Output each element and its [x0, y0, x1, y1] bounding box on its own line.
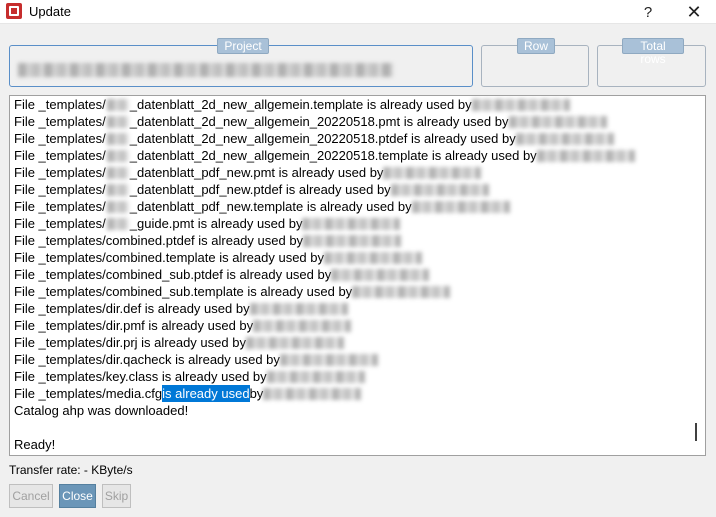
log-lines: File _templates/ _datenblatt_2d_new_allge… — [14, 96, 635, 453]
redacted-user — [390, 183, 489, 196]
log-line-text: File _templates/combined_sub.template is… — [14, 284, 353, 299]
redacted-path — [106, 115, 129, 128]
redacted-user — [253, 319, 352, 332]
log-line-text: File _templates/ — [14, 148, 106, 163]
redacted-user — [411, 200, 510, 213]
project-label: Project — [217, 38, 269, 54]
log-line-text: by — [249, 386, 264, 401]
log-line-text: _datenblatt_2d_new_allgemein_20220518.te… — [129, 148, 537, 163]
log-line-text: File _templates/combined.ptdef is alread… — [14, 233, 304, 248]
log-line: File _templates/combined.ptdef is alread… — [14, 232, 635, 249]
row-label: Row — [517, 38, 555, 54]
redacted-path — [106, 166, 129, 179]
log-line-text: File _templates/ — [14, 216, 106, 231]
redacted-user — [471, 98, 570, 111]
close-icon[interactable]: ✕ — [674, 0, 714, 24]
ready-message: Ready! — [14, 437, 56, 452]
log-line-text: File _templates/dir.pmf is already used … — [14, 318, 254, 333]
log-line: File _templates/media.cfg is already use… — [14, 385, 635, 402]
redacted-user — [266, 370, 365, 383]
log-line-text: File _templates/key.class is already use… — [14, 369, 267, 384]
redacted-user — [536, 149, 635, 162]
log-line: File _templates/ _datenblatt_pdf_new.temp… — [14, 198, 635, 215]
redacted-user — [303, 234, 402, 247]
log-line: File _templates/dir.pmf is already used … — [14, 317, 635, 334]
redacted-user — [245, 336, 344, 349]
redacted-user — [331, 268, 430, 281]
redacted-user — [352, 285, 451, 298]
log-line-text: File _templates/dir.def is already used … — [14, 301, 250, 316]
log-line-text: File _templates/dir.prj is already used … — [14, 335, 246, 350]
log-line: File _templates/key.class is already use… — [14, 368, 635, 385]
redacted-user — [515, 132, 614, 145]
catalog-message: Catalog ahp was downloaded! — [14, 403, 189, 418]
log-line: File _templates/ _datenblatt_pdf_new.ptde… — [14, 181, 635, 198]
redacted-user — [508, 115, 607, 128]
log-line-text: File _templates/ — [14, 97, 106, 112]
log-line: File _templates/combined_sub.template is… — [14, 283, 635, 300]
log-line-text: _datenblatt_2d_new_allgemein.template is… — [129, 97, 472, 112]
redacted-path — [106, 98, 129, 111]
log-scrollbar[interactable] — [689, 97, 704, 454]
log-line-text: File _templates/ — [14, 182, 106, 197]
log-output[interactable]: File _templates/ _datenblatt_2d_new_allge… — [9, 95, 706, 456]
project-value-redacted — [18, 63, 393, 77]
skip-button[interactable]: Skip — [102, 484, 131, 508]
redacted-user — [263, 387, 362, 400]
log-line-text: File _templates/dir.qacheck is already u… — [14, 352, 280, 367]
log-line: File _templates/dir.prj is already used … — [14, 334, 635, 351]
redacted-user — [324, 251, 422, 264]
log-line-text: _datenblatt_pdf_new.pmt is already used … — [129, 165, 384, 180]
log-line-text: File _templates/media.cfg — [14, 386, 163, 401]
total-rows-label: Total rows — [622, 38, 684, 66]
log-line: File _templates/ _guide.pmt is already us… — [14, 215, 635, 232]
cancel-button[interactable]: Cancel — [9, 484, 53, 508]
help-button[interactable]: ? — [628, 0, 668, 24]
log-line-text: File _templates/ — [14, 165, 106, 180]
log-line-text: File _templates/ — [14, 199, 106, 214]
log-line: File _templates/combined_sub.ptdef is al… — [14, 266, 635, 283]
redacted-user — [383, 166, 482, 179]
window-title: Update — [29, 4, 71, 19]
redacted-user — [249, 302, 348, 315]
close-button[interactable]: Close — [59, 484, 96, 508]
redacted-user — [302, 217, 401, 230]
log-line: File _templates/combined.template is alr… — [14, 249, 635, 266]
selected-text: is already used — [162, 385, 250, 402]
redacted-path — [106, 132, 129, 145]
log-line: File _templates/ _datenblatt_2d_new_allge… — [14, 96, 635, 113]
redacted-path — [106, 183, 129, 196]
log-line: File _templates/ _datenblatt_2d_new_allge… — [14, 130, 635, 147]
log-line: File _templates/dir.qacheck is already u… — [14, 351, 635, 368]
redacted-path — [106, 200, 129, 213]
log-line-text: _guide.pmt is already used by — [129, 216, 303, 231]
log-line-text: File _templates/combined.template is alr… — [14, 250, 324, 265]
log-line: File _templates/ _datenblatt_2d_new_allge… — [14, 113, 635, 130]
log-scroll-thumb[interactable] — [695, 423, 697, 441]
log-line-text: _datenblatt_2d_new_allgemein_20220518.pt… — [129, 131, 516, 146]
log-line-text: File _templates/ — [14, 114, 106, 129]
log-line: File _templates/ _datenblatt_pdf_new.pmt … — [14, 164, 635, 181]
log-line-text: _datenblatt_2d_new_allgemein_20220518.pm… — [129, 114, 509, 129]
redacted-user — [279, 353, 378, 366]
log-line: File _templates/ _datenblatt_2d_new_allge… — [14, 147, 635, 164]
redacted-path — [106, 149, 129, 162]
log-line-text: File _templates/ — [14, 131, 106, 146]
log-line-text: File _templates/combined_sub.ptdef is al… — [14, 267, 332, 282]
app-icon — [6, 3, 22, 19]
transfer-rate: Transfer rate: - KByte/s — [9, 463, 133, 477]
redacted-path — [106, 217, 129, 230]
log-line: File _templates/dir.def is already used … — [14, 300, 635, 317]
log-line-text: _datenblatt_pdf_new.ptdef is already use… — [129, 182, 391, 197]
log-line-text: _datenblatt_pdf_new.template is already … — [129, 199, 412, 214]
title-bar: Update ? ✕ — [0, 0, 716, 24]
